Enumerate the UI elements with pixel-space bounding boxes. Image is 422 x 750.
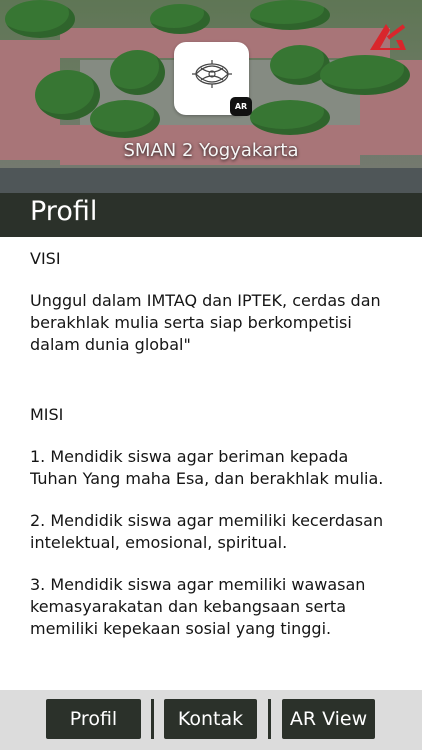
misi-heading: MISI <box>30 405 64 424</box>
page-title: Profil <box>30 196 98 227</box>
header-photo: AR SMAN 2 Yogyakarta <box>0 0 422 193</box>
school-name: SMAN 2 Yogyakarta <box>123 140 299 161</box>
profil-button[interactable]: Profil <box>46 699 141 739</box>
ar-badge: AR <box>230 97 252 116</box>
school-emblem-icon <box>192 60 232 88</box>
visi-text: Unggul dalam IMTAQ dan IPTEK, cerdas dan… <box>30 291 381 354</box>
bottom-nav: Profil Kontak AR View <box>0 690 422 750</box>
kontak-button[interactable]: Kontak <box>164 699 257 739</box>
misi-item: 3. Mendidik siswa agar memiliki wawasan … <box>30 575 366 638</box>
visi-heading: VISI <box>30 249 61 268</box>
misi-item: 1. Mendidik siswa agar beriman kepada Tu… <box>30 447 384 488</box>
misi-item: 2. Mendidik siswa agar memiliki kecerdas… <box>30 511 384 552</box>
title-bar: Profil <box>0 193 422 237</box>
nav-divider <box>268 699 271 739</box>
nav-divider <box>151 699 154 739</box>
profile-content[interactable]: VISI Unggul dalam IMTAQ dan IPTEK, cerda… <box>30 237 400 690</box>
brand-logo-icon <box>370 24 406 50</box>
app-logo[interactable]: AR <box>174 42 252 116</box>
ar-view-button[interactable]: AR View <box>282 699 375 739</box>
